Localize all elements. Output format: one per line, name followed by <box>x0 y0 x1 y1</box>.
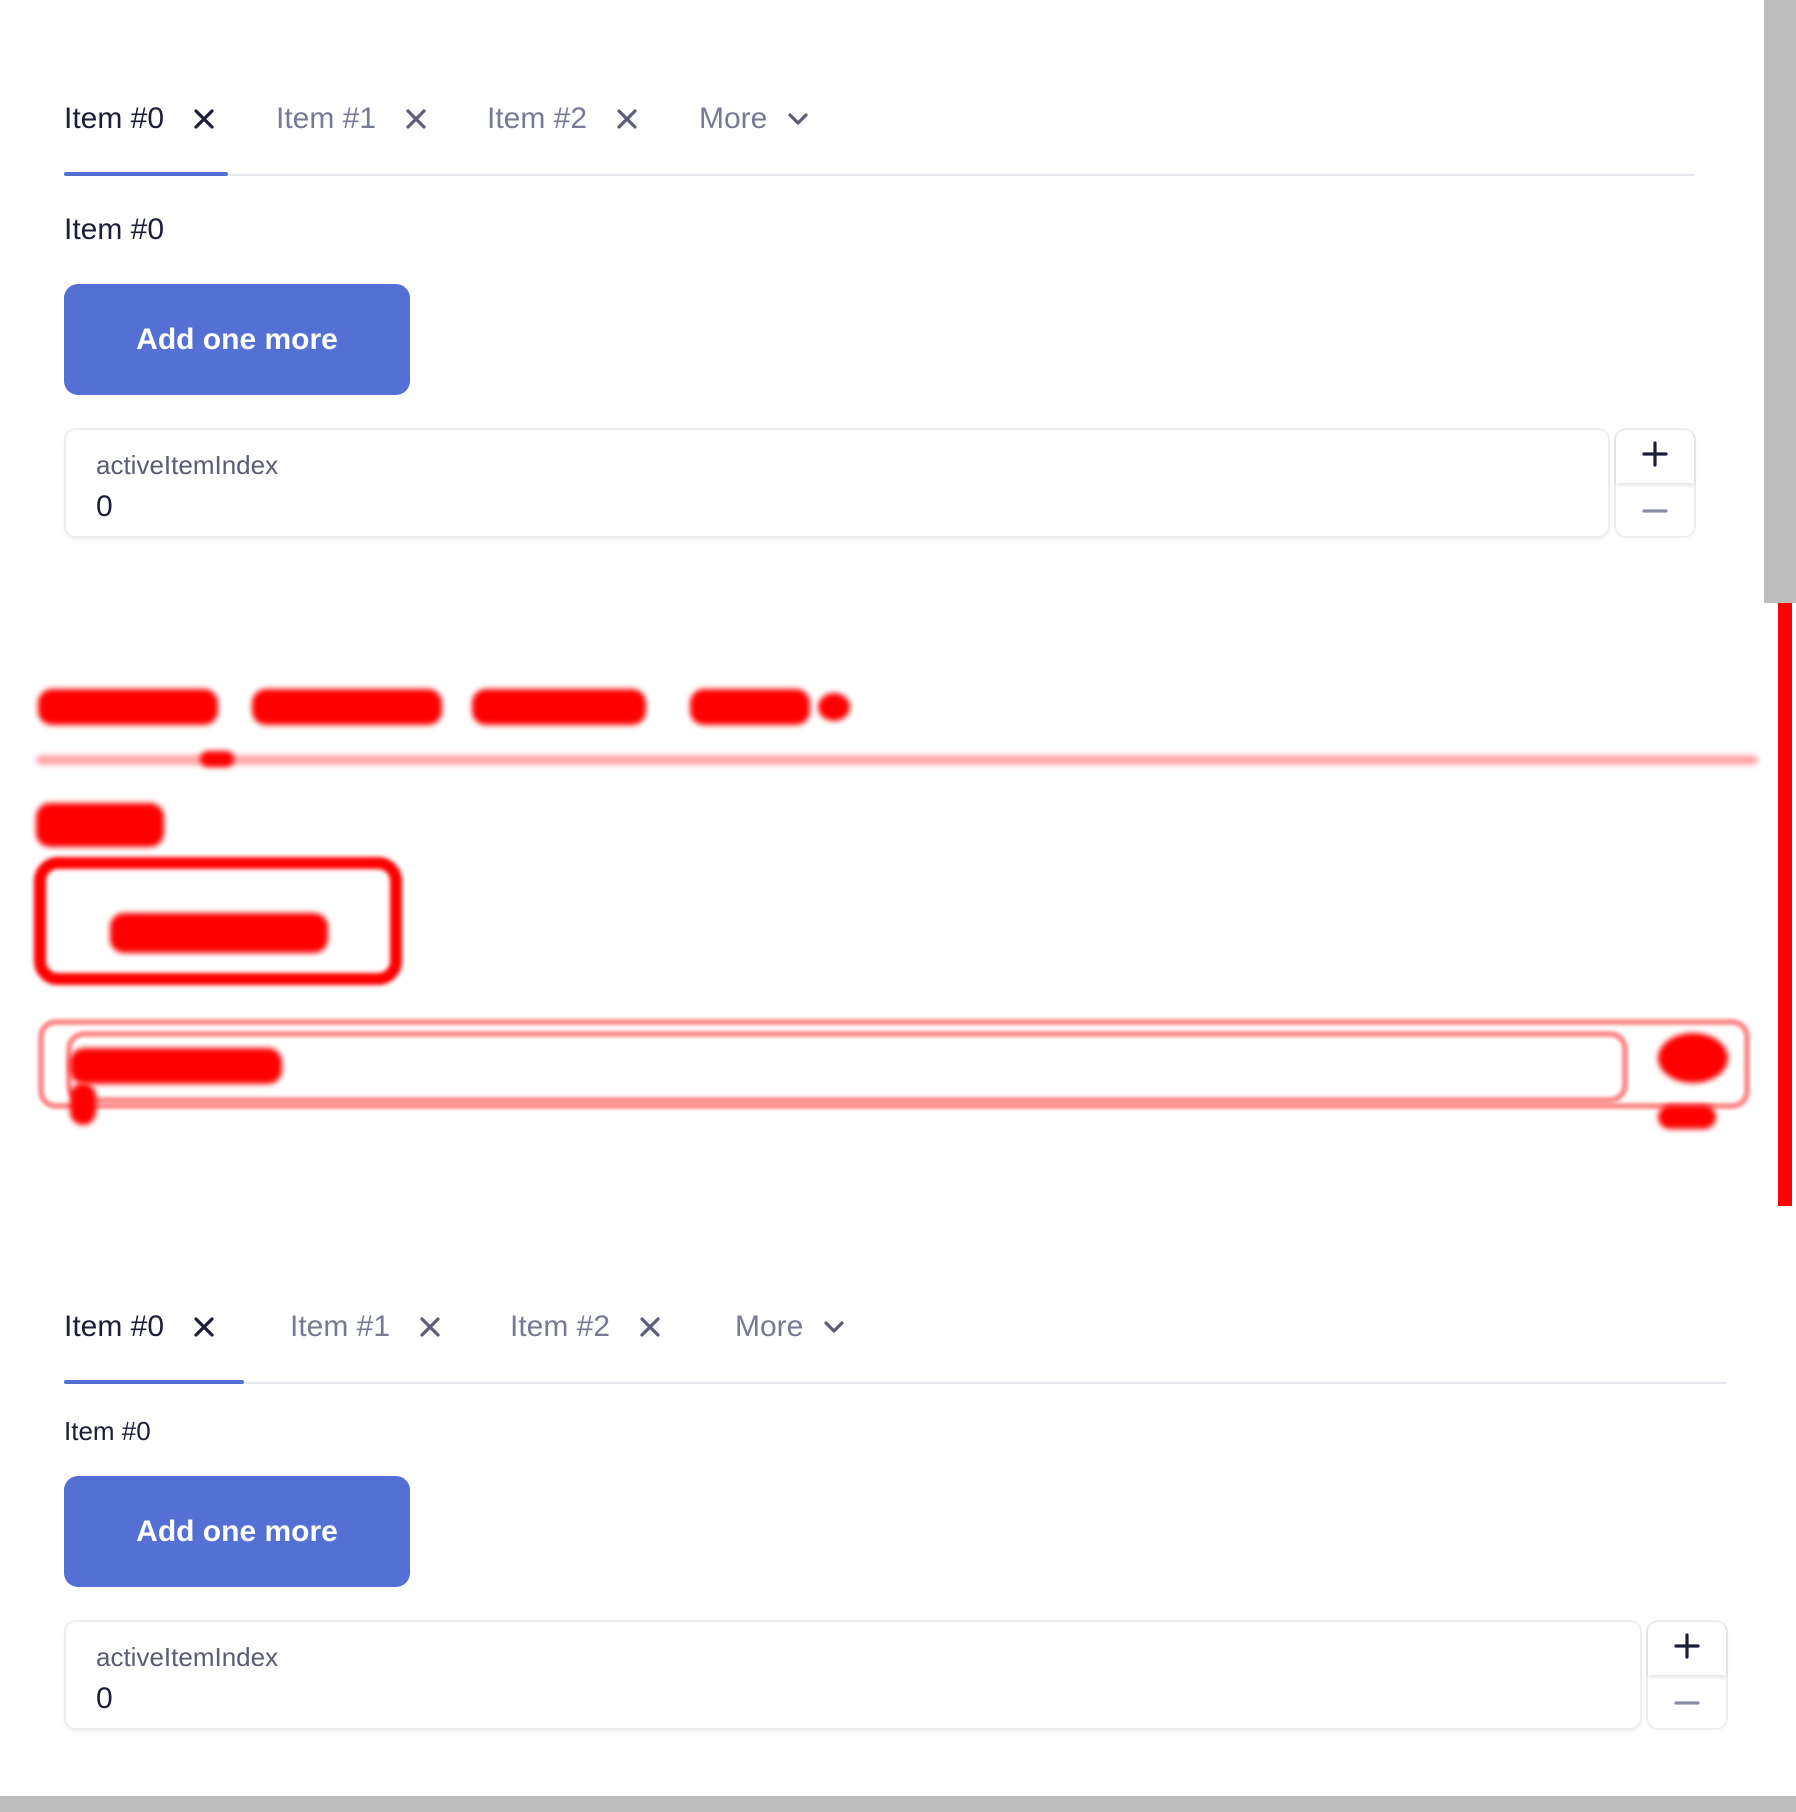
plus-icon <box>1642 441 1668 472</box>
tab-label: Item #1 <box>290 1309 391 1343</box>
more-label: More <box>735 1309 804 1343</box>
story-preview-bottom: Item #0 Item #1 Item #2 More Item #0 Add <box>0 1206 1796 1796</box>
active-tab-indicator <box>64 172 228 176</box>
tab-label: Item #2 <box>487 101 588 135</box>
more-label: More <box>699 101 768 135</box>
tab-item-2[interactable]: Item #2 <box>510 1271 664 1382</box>
decrement-button[interactable] <box>1616 483 1694 536</box>
field-label: activeItemIndex <box>96 450 279 480</box>
close-icon[interactable] <box>416 1313 444 1341</box>
diff-minus <box>1658 1105 1716 1129</box>
tab-more[interactable]: More <box>735 1271 845 1382</box>
tab-item-1[interactable]: Item #1 <box>290 1271 444 1382</box>
diff-field-value <box>70 1083 96 1125</box>
diff-add-button-label <box>110 913 328 953</box>
field-value[interactable]: 0 <box>96 1682 113 1716</box>
active-item-index-field[interactable]: activeItemIndex 0 <box>64 428 1610 538</box>
minus-icon <box>1674 1693 1700 1711</box>
increment-button[interactable] <box>1616 430 1694 483</box>
tab-item-2[interactable]: Item #2 <box>487 63 641 174</box>
close-icon[interactable] <box>190 1313 218 1341</box>
tab-label: Item #0 <box>64 1309 165 1343</box>
plus-icon <box>1674 1633 1700 1664</box>
close-icon[interactable] <box>190 105 218 133</box>
tab-bar: Item #0 Item #1 Item #2 More <box>64 1271 1727 1384</box>
diff-tab-more <box>690 689 810 725</box>
active-item-index-field[interactable]: activeItemIndex 0 <box>64 1620 1642 1730</box>
add-one-more-button[interactable]: Add one more <box>64 1476 410 1587</box>
diff-tab-item-1 <box>252 689 442 725</box>
diff-numfield-inner <box>66 1031 1628 1103</box>
field-value[interactable]: 0 <box>96 490 113 524</box>
tab-item-0[interactable]: Item #0 <box>64 1271 218 1382</box>
increment-button[interactable] <box>1648 1622 1726 1675</box>
tab-bar: Item #0 Item #1 Item #2 More <box>64 63 1695 176</box>
chevron-down-icon <box>823 1320 845 1334</box>
minus-icon <box>1642 501 1668 519</box>
diff-tab-divider <box>36 755 1758 765</box>
diff-content-label <box>36 803 164 847</box>
diff-chevron <box>818 693 850 721</box>
diff-tab-item-0 <box>38 689 218 725</box>
field-label: activeItemIndex <box>96 1642 279 1672</box>
horizontal-scrollbar[interactable] <box>0 1796 1796 1812</box>
close-icon[interactable] <box>402 105 430 133</box>
tab-item-0[interactable]: Item #0 <box>64 63 218 174</box>
diff-field-label <box>70 1048 282 1084</box>
visual-diff-overlay <box>0 603 1796 1208</box>
story-preview-top: Item #0 Item #1 Item #2 More Item #0 Add <box>0 0 1764 603</box>
vertical-scrollbar[interactable] <box>1764 0 1796 603</box>
tab-item-1[interactable]: Item #1 <box>276 63 430 174</box>
add-one-more-button[interactable]: Add one more <box>64 284 410 395</box>
decrement-button[interactable] <box>1648 1675 1726 1728</box>
diff-tab-indicator <box>200 751 234 767</box>
diff-plus <box>1658 1033 1728 1083</box>
chevron-down-icon <box>787 112 809 126</box>
active-tab-indicator <box>64 1380 244 1384</box>
quantity-stepper <box>1614 428 1696 538</box>
close-icon[interactable] <box>613 105 641 133</box>
quantity-stepper <box>1646 1620 1728 1730</box>
tab-content-label: Item #0 <box>64 1416 151 1446</box>
tab-label: Item #1 <box>276 101 377 135</box>
tab-label: Item #0 <box>64 101 165 135</box>
tab-content-label: Item #0 <box>64 213 165 246</box>
diff-edge-marker <box>1778 603 1792 1206</box>
close-icon[interactable] <box>636 1313 664 1341</box>
tab-label: Item #2 <box>510 1309 611 1343</box>
tab-more[interactable]: More <box>699 63 809 174</box>
diff-tab-item-2 <box>472 689 646 725</box>
